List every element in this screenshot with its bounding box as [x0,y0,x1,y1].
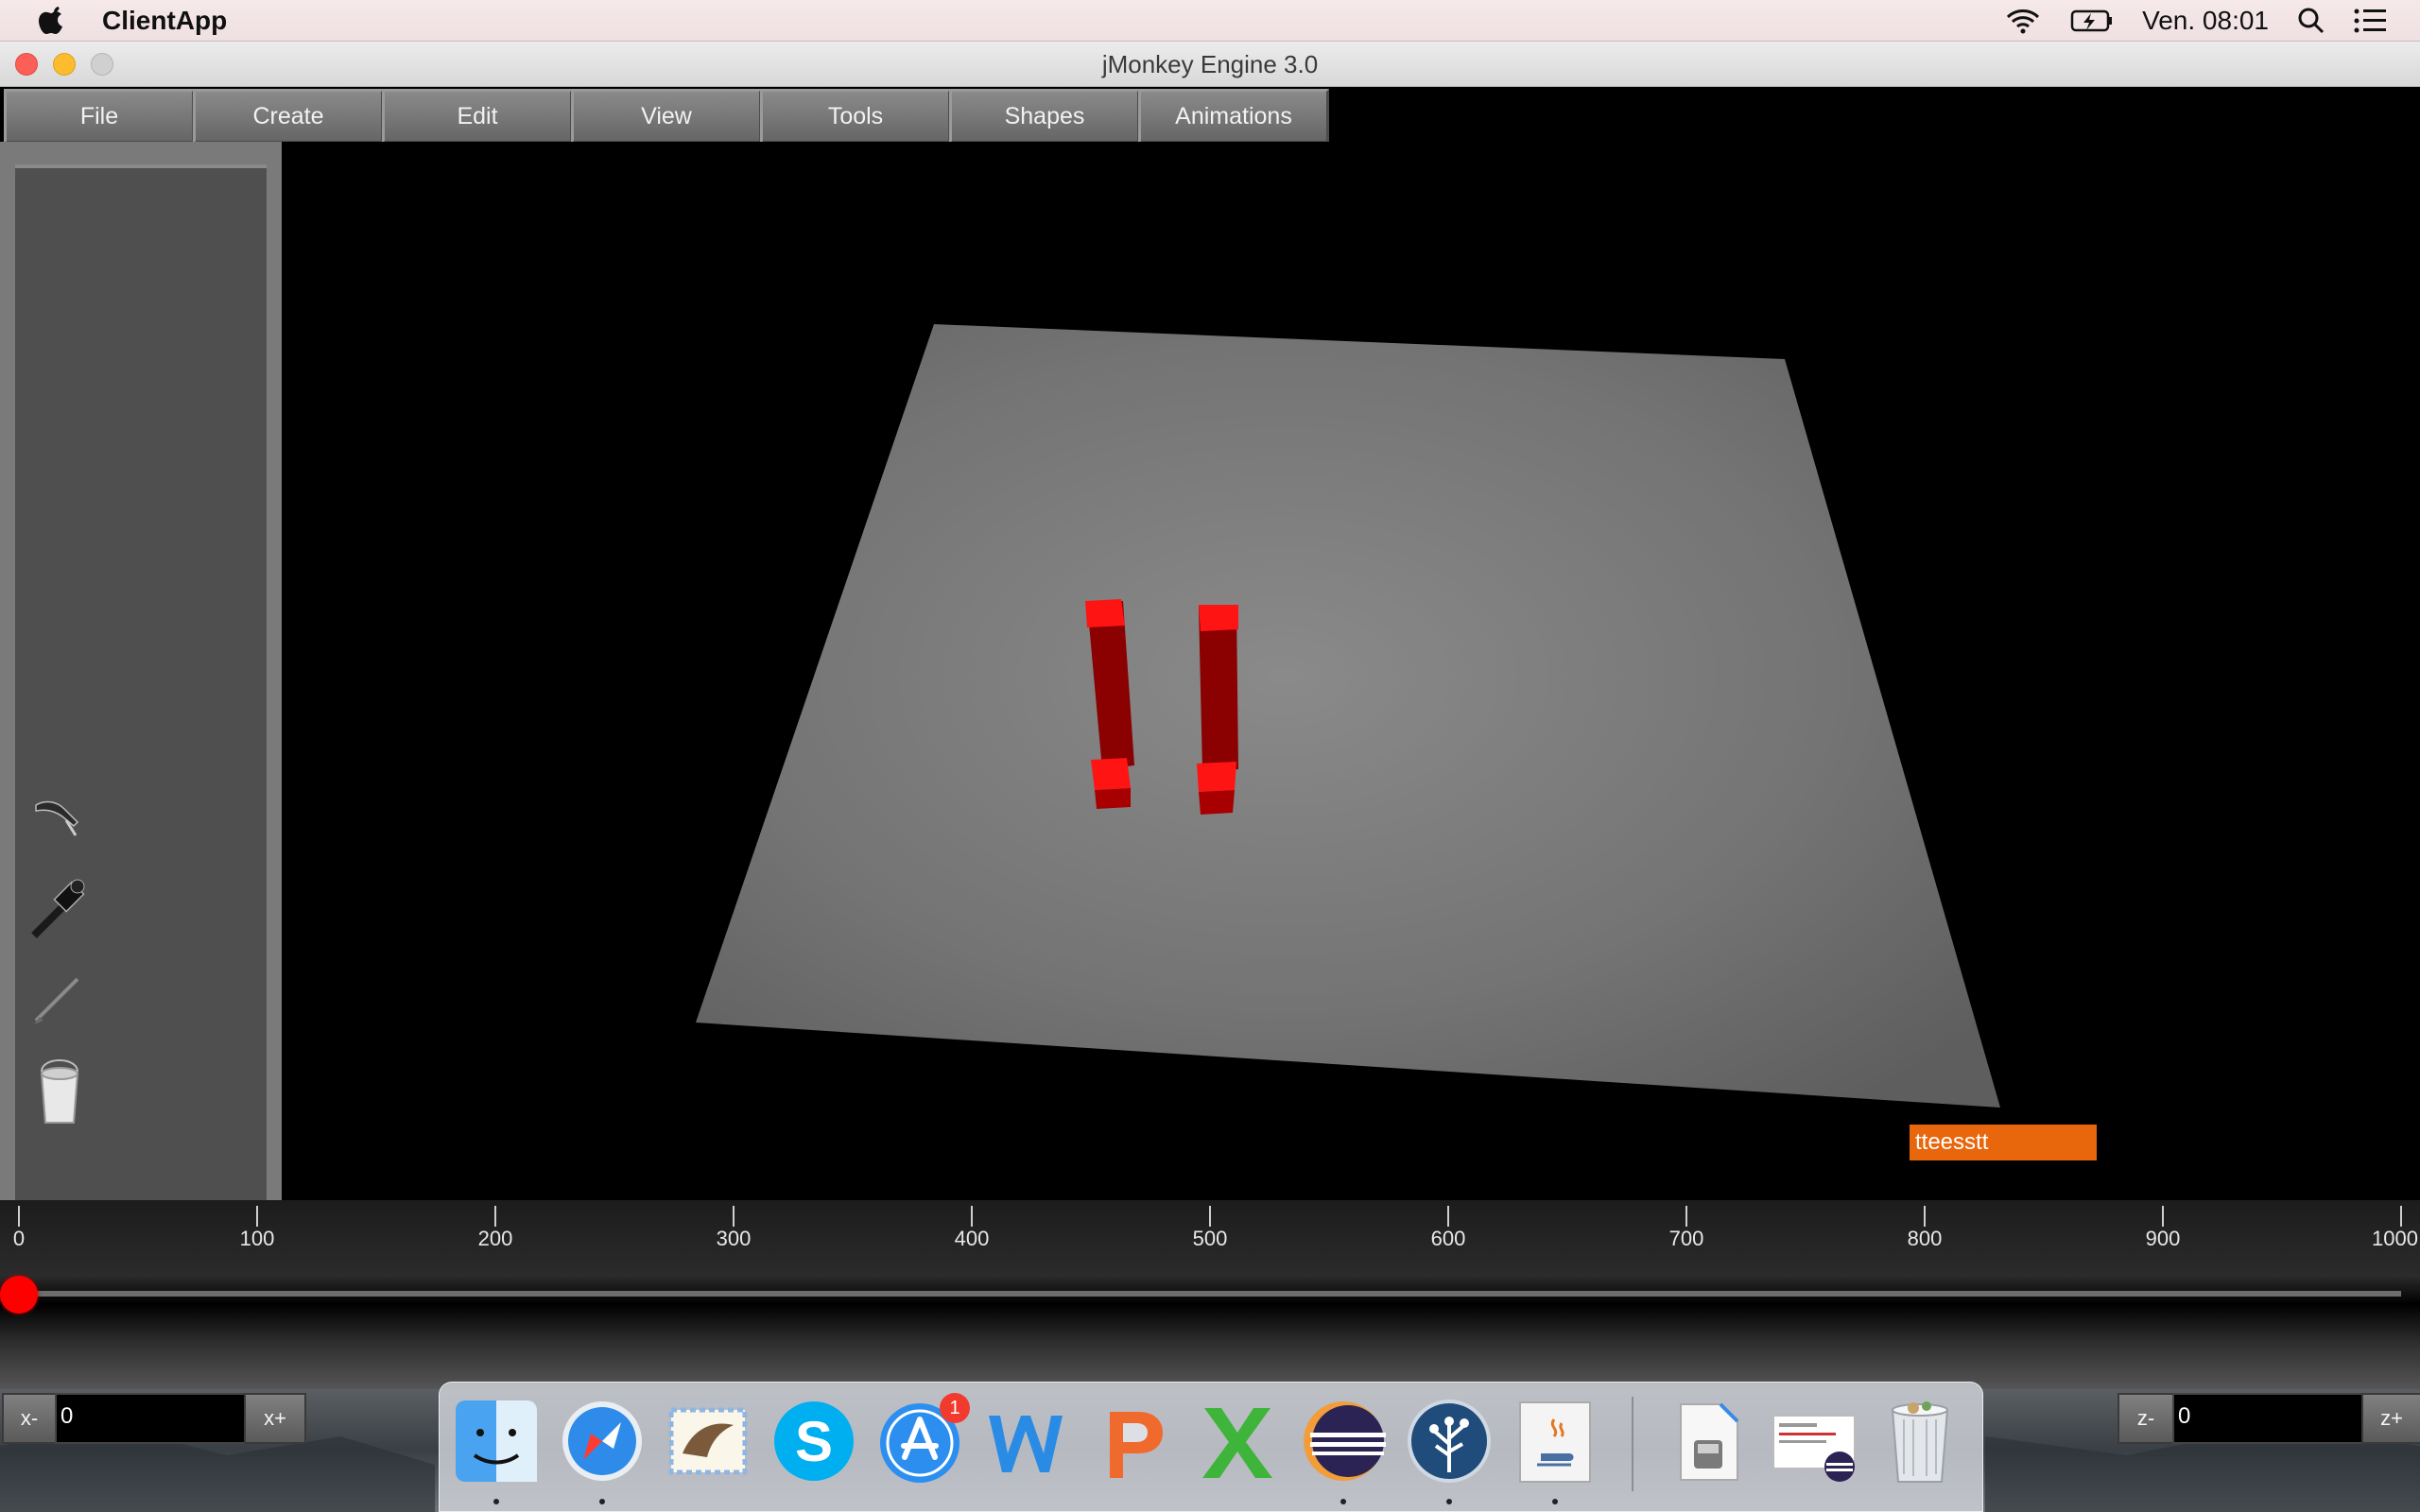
z-minus-button[interactable]: z- [2118,1393,2174,1444]
timeline-tick-label: 600 [1430,1227,1466,1250]
spotlight-search-icon[interactable] [2297,7,2325,35]
eclipse-icon[interactable] [1299,1397,1388,1486]
running-indicator [599,1499,605,1504]
timeline-tick-label: 500 [1192,1227,1228,1250]
timeline-playhead[interactable] [0,1276,38,1314]
preview-disk-icon[interactable] [1664,1397,1753,1486]
menu-view-button[interactable]: View [571,89,762,144]
svg-text:S: S [795,1410,833,1473]
timeline-tick-label: 900 [2145,1227,2181,1250]
menu-edit-button[interactable]: Edit [382,89,573,144]
z-value-field[interactable]: 0 [2172,1393,2365,1444]
paint-bucket-icon[interactable] [28,1053,95,1124]
hand-pick-icon[interactable] [28,788,95,854]
menu-create-button[interactable]: Create [193,89,384,144]
notification-center-icon[interactable] [2354,8,2388,34]
menu-tools-button[interactable]: Tools [760,89,951,144]
timeline-tick [494,1206,496,1227]
x-plus-button[interactable]: x+ [244,1393,306,1444]
wifi-icon[interactable] [2004,7,2042,35]
timeline-tick [1209,1206,1211,1227]
skype-icon[interactable]: S [769,1397,858,1486]
timeline-tick [971,1206,973,1227]
running-indicator [1340,1499,1346,1504]
z-plus-button[interactable]: z+ [2361,1393,2420,1444]
safari-icon[interactable] [558,1397,647,1486]
timeline-tick-label: 0 [12,1227,26,1250]
timeline-tick-label: 800 [1907,1227,1943,1250]
menu-shapes-button[interactable]: Shapes [949,89,1140,144]
timeline-track[interactable] [19,1291,2401,1297]
x-value-field[interactable]: 0 [55,1393,248,1444]
timeline-tick [18,1206,20,1227]
dock-separator [1632,1397,1634,1491]
tool-panel-inner [15,164,267,1200]
timeline-tick [1447,1206,1449,1227]
brush-icon[interactable] [28,968,95,1034]
running-indicator [1446,1499,1452,1504]
system-menubar: ClientApp Ven. 08:01 [0,0,2420,42]
scene-render [696,324,2000,1108]
menu-file-button[interactable]: File [4,89,195,144]
sourcetree-icon[interactable] [1405,1397,1494,1486]
timeline-tick [256,1206,258,1227]
mail-icon[interactable] [664,1397,752,1486]
timeline-tick-label: 300 [716,1227,752,1250]
running-indicator [1552,1499,1558,1504]
excel-icon[interactable] [1193,1397,1282,1486]
eyedropper-icon[interactable] [28,873,95,939]
screenshot-doc-icon[interactable] [1770,1397,1858,1486]
running-indicator [493,1499,499,1504]
word-icon[interactable] [981,1397,1070,1486]
apple-logo-icon[interactable] [38,6,66,35]
scene-viewport[interactable] [282,142,2420,1200]
timeline-tick-label: 1000 [2372,1227,2418,1250]
timeline-tick-label: 400 [954,1227,990,1250]
powerpoint-icon[interactable] [1087,1397,1176,1486]
timeline-tick [1924,1206,1926,1227]
java-icon[interactable] [1511,1397,1599,1486]
timeline-tick-label: 100 [239,1227,275,1250]
finder-icon[interactable] [452,1397,541,1486]
menu-animations-button[interactable]: Animations [1138,89,1329,144]
object-label-tag[interactable]: tteesstt [1910,1125,2097,1160]
trash-icon[interactable] [1876,1397,1964,1486]
x-minus-button[interactable]: x- [2,1393,57,1444]
window-title: jMonkey Engine 3.0 [1101,50,1319,78]
timeline-tick [2162,1206,2164,1227]
app-store-badge: 1 [940,1393,970,1423]
app-name[interactable]: ClientApp [102,6,227,36]
timeline-tick-label: 700 [1668,1227,1704,1250]
floor-plane [696,324,2000,1108]
timeline-tick-label: 200 [477,1227,513,1250]
clock[interactable]: Ven. 08:01 [2142,6,2269,36]
timeline-tick [2400,1206,2402,1227]
timeline-tick [1685,1206,1687,1227]
battery-charging-icon[interactable] [2070,9,2114,33]
timeline-tick [733,1206,735,1227]
red-bar-right [1197,605,1238,815]
